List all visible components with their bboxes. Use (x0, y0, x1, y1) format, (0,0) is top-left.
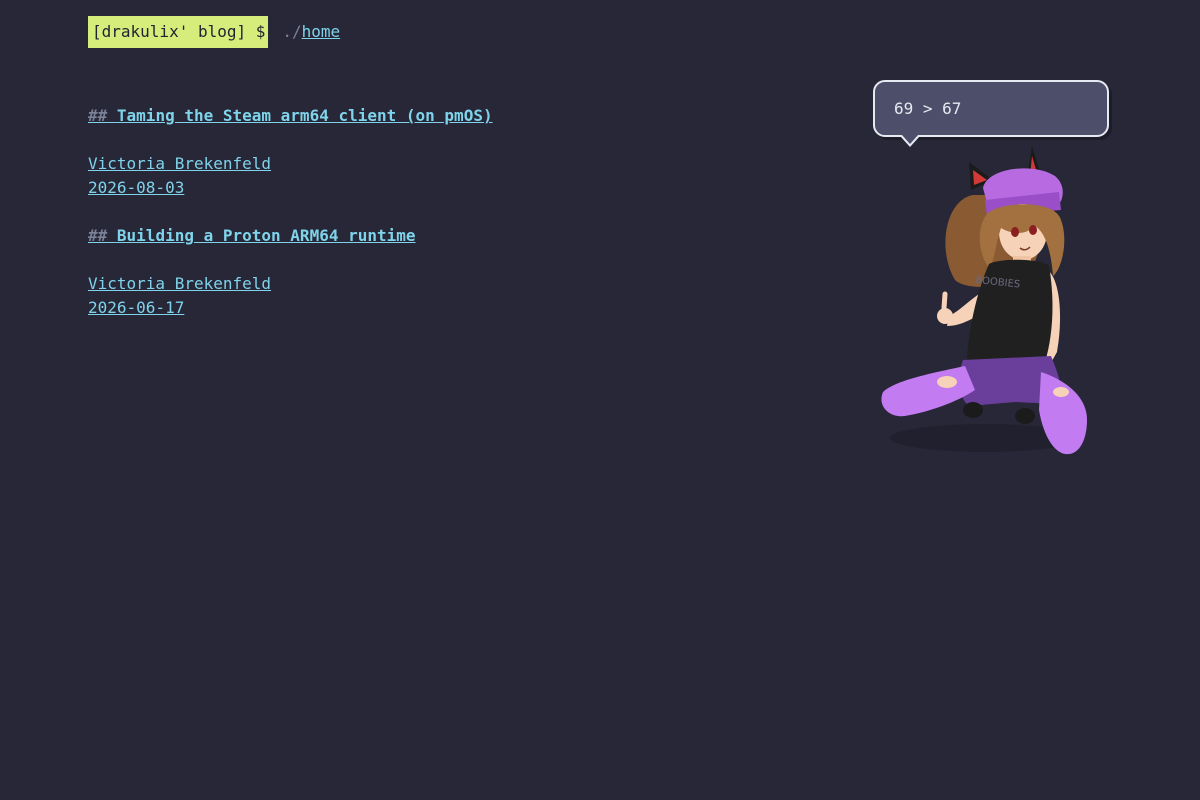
heading-hash: ## (88, 226, 108, 245)
post-author-link[interactable]: Victoria Brekenfeld (88, 272, 493, 296)
post-list: ## Taming the Steam arm64 client (on pmO… (88, 104, 493, 344)
speech-text: 69 > 67 (894, 99, 962, 118)
speech-bubble: 69 > 67 (873, 80, 1109, 137)
post-title-link[interactable]: ## Taming the Steam arm64 client (on pmO… (88, 104, 493, 128)
post-author-link[interactable]: Victoria Brekenfeld (88, 152, 493, 176)
post-date-link[interactable]: 2026-06-17 (88, 296, 493, 320)
post-title: Building a Proton ARM64 runtime (116, 226, 416, 245)
post-item: ## Taming the Steam arm64 client (on pmO… (88, 104, 493, 200)
site-header: [drakulix' blog] $ ./home (88, 16, 340, 48)
breadcrumb: ./home (282, 16, 340, 48)
post-date-link[interactable]: 2026-08-03 (88, 176, 493, 200)
breadcrumb-home-link[interactable]: home (302, 22, 341, 41)
post-item: ## Building a Proton ARM64 runtime Victo… (88, 224, 493, 320)
breadcrumb-prefix: ./ (282, 22, 302, 41)
heading-hash: ## (88, 106, 108, 125)
site-title[interactable]: [drakulix' blog] $ (88, 16, 269, 48)
cat-girl-mascot-icon[interactable]: BOOBIES (865, 140, 1105, 470)
post-title-link[interactable]: ## Building a Proton ARM64 runtime (88, 224, 493, 248)
post-title: Taming the Steam arm64 client (on pmOS) (116, 106, 493, 125)
